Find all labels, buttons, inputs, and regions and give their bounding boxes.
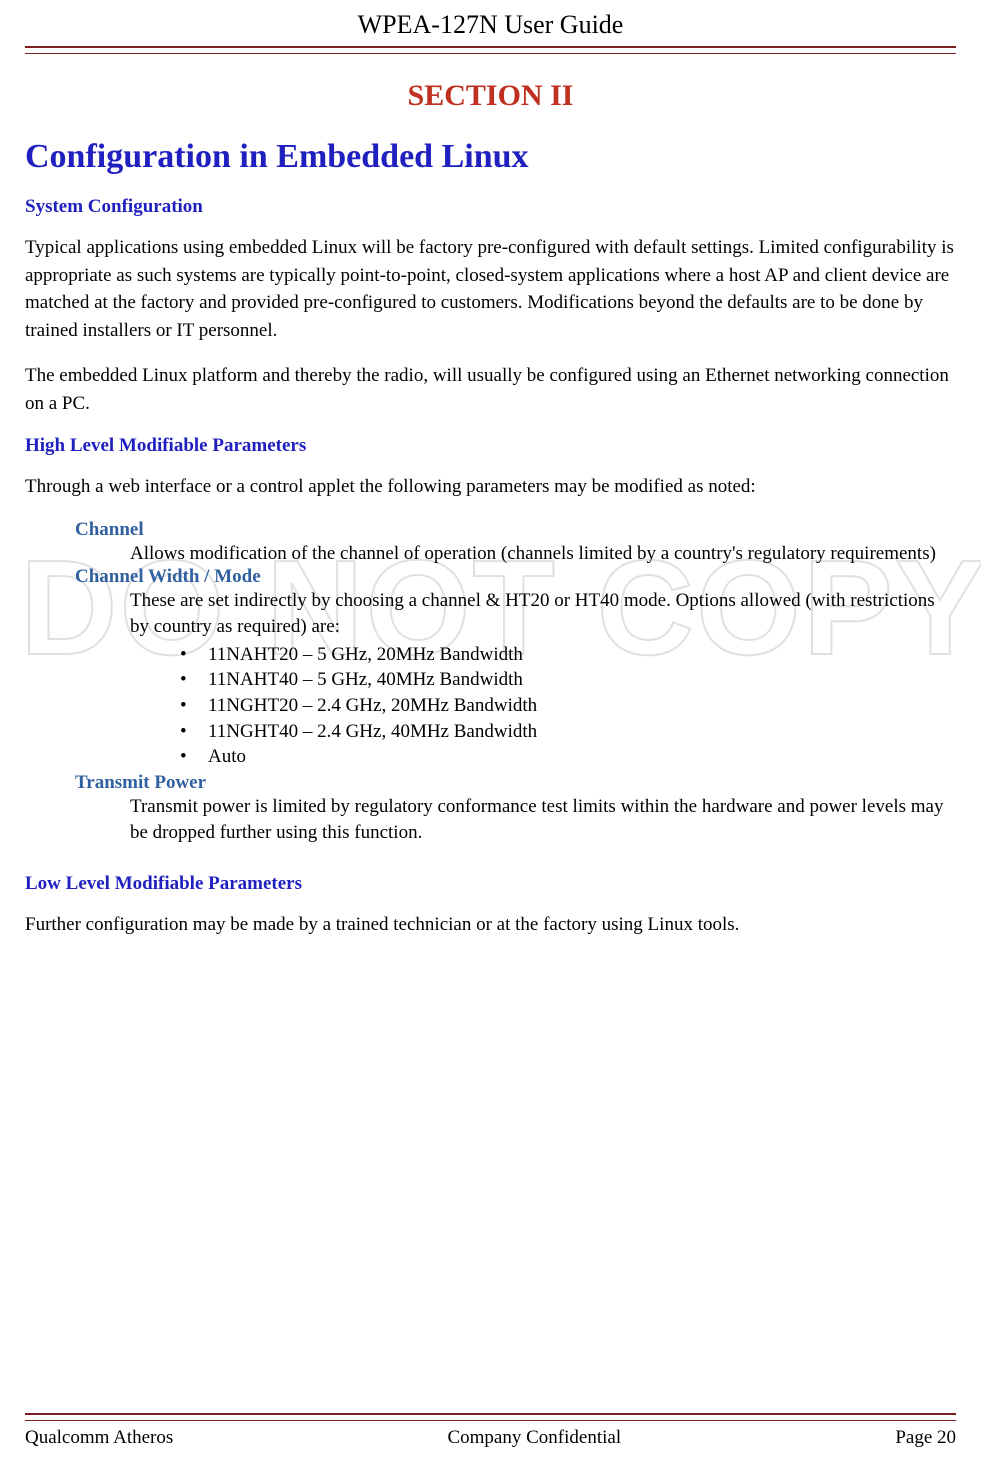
channel-width-options: 11NAHT20 – 5 GHz, 20MHz Bandwidth 11NAHT… [180,642,956,770]
param-channel-name: Channel [75,519,956,541]
list-item: 11NGHT40 – 2.4 GHz, 40MHz Bandwidth [180,719,956,745]
high-level-intro: Through a web interface or a control app… [25,473,956,501]
list-item: 11NAHT20 – 5 GHz, 20MHz Bandwidth [180,642,956,668]
footer-right: Page 20 [895,1427,956,1449]
param-transmit-power-name: Transmit Power [75,772,956,794]
document-header-title: WPEA-127N User Guide [25,10,956,40]
header-rule [25,46,956,54]
list-item: 11NAHT40 – 5 GHz, 40MHz Bandwidth [180,667,956,693]
low-level-heading: Low Level Modifiable Parameters [25,873,956,895]
system-config-para1: Typical applications using embedded Linu… [25,234,956,344]
main-heading: Configuration in Embedded Linux [25,138,956,176]
page-footer: Qualcomm Atheros Company Confidential Pa… [25,1413,956,1449]
list-item: 11NGHT20 – 2.4 GHz, 20MHz Bandwidth [180,693,956,719]
low-level-para: Further configuration may be made by a t… [25,911,956,939]
footer-left: Qualcomm Atheros [25,1427,173,1449]
footer-center: Company Confidential [447,1427,621,1449]
param-transmit-power-desc: Transmit power is limited by regulatory … [130,794,956,845]
system-config-heading: System Configuration [25,196,956,218]
param-channel-width-name: Channel Width / Mode [75,566,956,588]
param-channel-width-desc: These are set indirectly by choosing a c… [130,588,956,639]
system-config-para2: The embedded Linux platform and thereby … [25,362,956,417]
param-channel-desc: Allows modification of the channel of op… [130,541,956,567]
footer-rule [25,1413,956,1421]
high-level-heading: High Level Modifiable Parameters [25,435,956,457]
section-label: SECTION II [25,79,956,113]
list-item: Auto [180,744,956,770]
